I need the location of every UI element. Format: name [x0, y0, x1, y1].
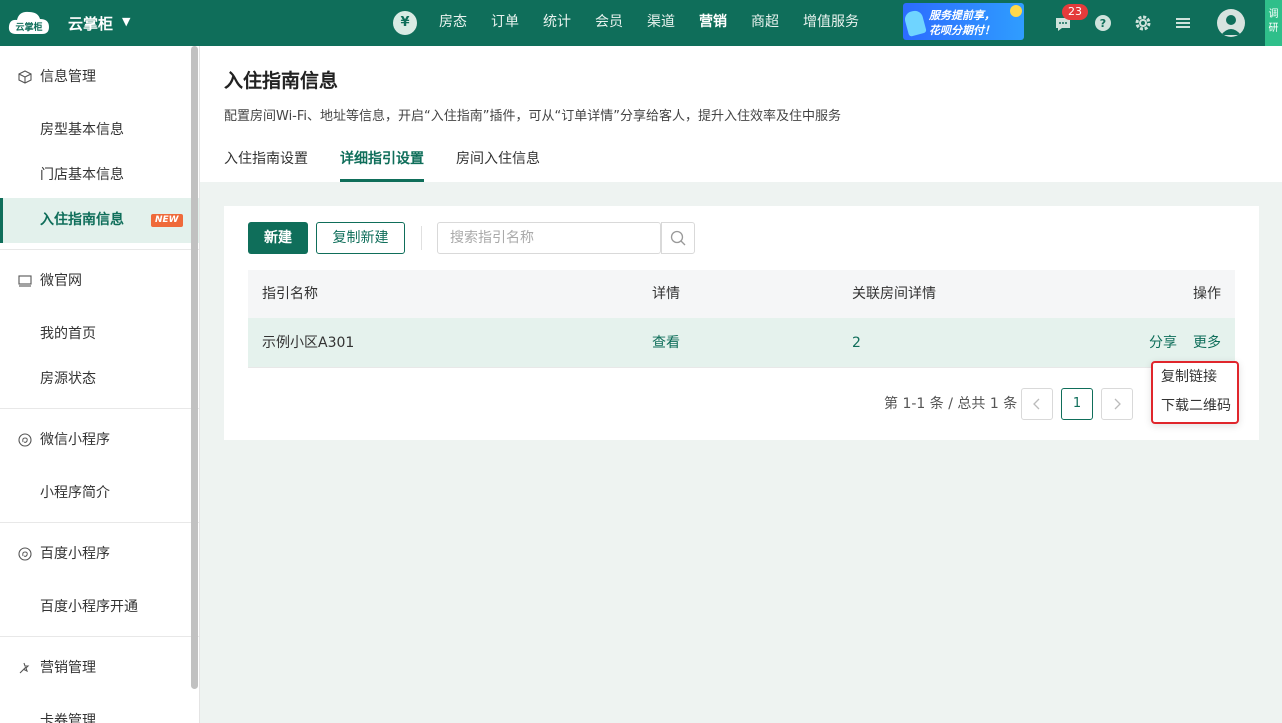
nav-room-status[interactable]: 房态 [425, 0, 481, 46]
sidebar-group-label: 信息管理 [40, 69, 96, 85]
sidebar-group-label: 百度小程序 [40, 546, 110, 562]
sidebar-item-coupons[interactable]: 卡券管理 [0, 699, 199, 723]
mini-program-icon [18, 433, 32, 447]
table-row: 示例小区A301 查看 2 分享 更多 [248, 318, 1235, 368]
nav-marketing[interactable]: 营销 [689, 0, 741, 46]
page-title: 入住指南信息 [224, 70, 339, 92]
nav-channels[interactable]: 渠道 [637, 0, 689, 46]
user-icon [1221, 15, 1241, 35]
copy-link-menu-item[interactable]: 复制链接 [1153, 363, 1237, 392]
hand-icon [903, 9, 927, 37]
sidebar-item-room-type[interactable]: 房型基本信息 [0, 108, 199, 153]
logo-text: 云掌柜 [15, 21, 42, 33]
nav-store[interactable]: 商超 [741, 0, 793, 46]
menu-icon[interactable] [1174, 14, 1192, 32]
search-input[interactable] [438, 223, 661, 253]
promo-line-1: 服务提前享， [929, 9, 995, 22]
next-page-button[interactable] [1101, 388, 1133, 420]
logo-icon[interactable]: 云掌柜 [6, 6, 52, 38]
sidebar-group-website: 微官网 我的首页 房源状态 [0, 250, 199, 409]
tab-guide-settings[interactable]: 入住指南设置 [224, 148, 308, 182]
sidebar: 信息管理 房型基本信息 门店基本信息 入住指南信息 NEW 微官网 我的首页 房… [0, 46, 200, 723]
column-header-rooms: 关联房间详情 [852, 286, 936, 302]
promo-banner[interactable]: 服务提前享， 花呗分期付！ [903, 3, 1024, 40]
table-header: 指引名称 详情 关联房间详情 操作 [248, 270, 1235, 318]
page-number-button[interactable]: 1 [1061, 388, 1093, 420]
page-header: 入住指南信息 配置房间Wi-Fi、地址等信息，开启“入住指南”插件，可从“订单详… [200, 46, 1282, 182]
sidebar-group-title[interactable]: 营销管理 [0, 637, 199, 699]
svg-text:?: ? [1100, 17, 1106, 30]
nav-members[interactable]: 会员 [585, 0, 637, 46]
nav-statistics[interactable]: 统计 [533, 0, 585, 46]
divider [421, 226, 422, 250]
main-nav: 房态 订单 统计 会员 渠道 营销 商超 增值服务 [425, 0, 873, 46]
sidebar-group-title[interactable]: 微官网 [0, 250, 199, 312]
sidebar-item-home[interactable]: 我的首页 [0, 312, 199, 357]
tab-bar: 入住指南设置 详细指引设置 房间入住信息 [224, 148, 572, 182]
sidebar-item-miniprogram-intro[interactable]: 小程序简介 [0, 471, 199, 516]
tab-detailed-guide[interactable]: 详细指引设置 [340, 148, 424, 182]
copy-new-button[interactable]: 复制新建 [316, 222, 405, 254]
download-qrcode-menu-item[interactable]: 下载二维码 [1153, 392, 1237, 421]
guide-list-card: 新建 复制新建 指引名称 详情 关联房间详情 操作 示例小区A301 查看 2 … [224, 206, 1259, 440]
nav-value-added[interactable]: 增值服务 [793, 0, 873, 46]
page-description: 配置房间Wi-Fi、地址等信息，开启“入住指南”插件，可从“订单详情”分享给客人… [224, 109, 841, 124]
help-icon[interactable]: ? [1094, 14, 1112, 32]
top-navigation-bar: 云掌柜 云掌柜 ▼ ¥ 房态 订单 统计 会员 渠道 营销 商超 增值服务 服务… [0, 0, 1282, 46]
room-count-link[interactable]: 2 [852, 318, 861, 368]
gear-icon[interactable] [1134, 14, 1152, 32]
sidebar-group-label: 微官网 [40, 273, 82, 289]
view-detail-link[interactable]: 查看 [652, 318, 680, 368]
chevron-left-icon [1033, 398, 1040, 410]
sidebar-group-marketing: 营销管理 卡券管理 [0, 637, 199, 723]
yen-icon[interactable]: ¥ [393, 11, 417, 35]
cube-icon [18, 70, 32, 84]
sidebar-group-title[interactable]: 微信小程序 [0, 409, 199, 471]
chevron-down-icon[interactable]: ▼ [122, 15, 130, 28]
nav-orders[interactable]: 订单 [481, 0, 533, 46]
new-button[interactable]: 新建 [248, 222, 308, 254]
column-header-actions: 操作 [1193, 286, 1221, 302]
prev-page-button[interactable] [1021, 388, 1053, 420]
sidebar-group-info: 信息管理 房型基本信息 门店基本信息 入住指南信息 NEW [0, 46, 199, 250]
search-button[interactable] [661, 222, 695, 254]
sidebar-group-wechat: 微信小程序 小程序简介 [0, 409, 199, 523]
more-actions-dropdown: 复制链接 下载二维码 [1151, 361, 1239, 424]
search-icon [670, 230, 686, 246]
sidebar-group-title[interactable]: 百度小程序 [0, 523, 199, 585]
pagination-info: 第 1-1 条 / 总共 1 条 [884, 396, 1018, 412]
app-name[interactable]: 云掌柜 [68, 13, 113, 34]
sidebar-group-title[interactable]: 信息管理 [0, 46, 199, 108]
avatar[interactable] [1217, 9, 1245, 37]
promo-line-2: 花呗分期付！ [929, 24, 995, 37]
sidebar-item-store-info[interactable]: 门店基本信息 [0, 153, 199, 198]
search-box [437, 222, 695, 254]
sidebar-item-checkin-guide[interactable]: 入住指南信息 NEW [0, 198, 199, 243]
sidebar-group-label: 营销管理 [40, 660, 96, 676]
survey-tab[interactable]: 调研 [1265, 0, 1282, 46]
tab-room-checkin[interactable]: 房间入住信息 [456, 148, 540, 182]
sidebar-scrollbar[interactable] [191, 46, 198, 689]
sun-icon [1010, 5, 1022, 17]
guide-name-cell: 示例小区A301 [262, 335, 355, 351]
mini-program-icon [18, 547, 32, 561]
new-badge: NEW [151, 214, 183, 227]
sidebar-item-label: 入住指南信息 [40, 212, 124, 228]
sidebar-group-label: 微信小程序 [40, 432, 110, 448]
sidebar-item-baidu-open[interactable]: 百度小程序开通 [0, 585, 199, 630]
message-count-badge: 23 [1062, 4, 1088, 20]
monitor-icon [18, 275, 32, 287]
sidebar-item-listing-status[interactable]: 房源状态 [0, 357, 199, 402]
column-header-detail: 详情 [652, 286, 680, 302]
marketing-icon [19, 662, 30, 674]
sidebar-group-baidu: 百度小程序 百度小程序开通 [0, 523, 199, 637]
column-header-name: 指引名称 [262, 286, 318, 302]
chevron-right-icon [1114, 398, 1121, 410]
